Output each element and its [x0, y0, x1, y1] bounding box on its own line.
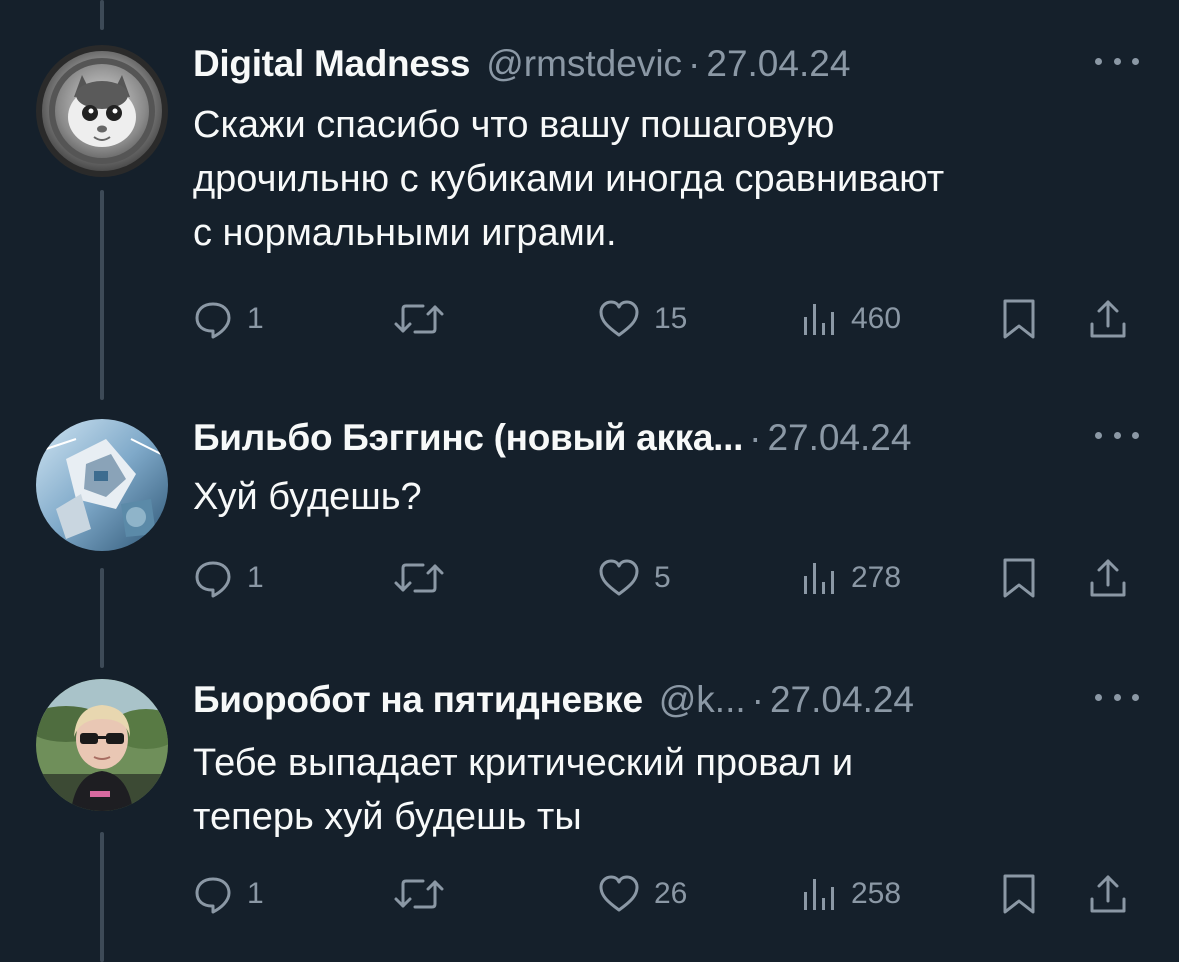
- views-count: 460: [851, 302, 902, 335]
- share-icon: [1090, 875, 1126, 913]
- separator-dot: ·: [751, 679, 764, 720]
- display-name[interactable]: Digital Madness: [193, 40, 470, 88]
- like-count: 5: [654, 561, 671, 594]
- avatar[interactable]: [36, 45, 168, 177]
- views-button[interactable]: 258: [801, 870, 901, 918]
- username[interactable]: @rmstdevic: [486, 40, 682, 88]
- views-button[interactable]: 278: [801, 554, 901, 602]
- thread-line-top: [100, 0, 104, 30]
- views-icon: [804, 304, 834, 335]
- tweet-text: Тебе выпадает критический провал и тепер…: [193, 742, 854, 838]
- avatar[interactable]: [36, 419, 168, 551]
- separator-dot: ·: [688, 43, 701, 84]
- tweet-text: Хуй будешь?: [193, 476, 422, 518]
- tweet-date[interactable]: 27.04.24: [770, 676, 914, 724]
- tweet-date[interactable]: 27.04.24: [767, 414, 911, 462]
- avatar-image: [36, 45, 168, 177]
- bookmark-icon: [1003, 558, 1035, 598]
- views-count: 278: [851, 561, 902, 594]
- reply-icon: [195, 877, 231, 914]
- bookmark-icon: [1003, 299, 1035, 339]
- share-icon: [1090, 559, 1126, 597]
- avatar-image: [36, 419, 168, 551]
- display-name[interactable]: Биоробот на пятидневке: [193, 676, 643, 724]
- bookmark-button[interactable]: [1001, 554, 1037, 602]
- display-name[interactable]: Бильбо Бэггинс (новый акка...: [193, 414, 743, 462]
- views-button[interactable]: 460: [801, 295, 901, 343]
- avatar[interactable]: [36, 679, 168, 811]
- share-button[interactable]: [1088, 870, 1128, 918]
- like-button[interactable]: 15: [598, 295, 687, 343]
- retweet-button[interactable]: [393, 295, 445, 343]
- views-icon: [804, 879, 834, 910]
- share-button[interactable]: [1088, 295, 1128, 343]
- reply-button[interactable]: 1: [193, 554, 264, 602]
- retweet-button[interactable]: [393, 870, 445, 918]
- bookmark-button[interactable]: [1001, 870, 1037, 918]
- like-count: 26: [654, 877, 688, 910]
- reply-icon: [195, 302, 231, 339]
- like-button[interactable]: 26: [598, 870, 687, 918]
- more-icon[interactable]: [1095, 420, 1139, 450]
- like-button[interactable]: 5: [598, 554, 671, 602]
- action-bar: 1 15 460: [193, 295, 1143, 343]
- like-count: 15: [654, 302, 688, 335]
- bookmark-icon: [1003, 874, 1035, 914]
- retweet-icon: [394, 304, 444, 334]
- reply-button[interactable]: 1: [193, 295, 264, 343]
- reply-icon: [195, 561, 231, 598]
- avatar-image: [36, 679, 168, 811]
- action-bar: 1 5 278: [193, 554, 1143, 602]
- share-button[interactable]: [1088, 554, 1128, 602]
- heart-icon: [599, 300, 639, 337]
- more-icon[interactable]: [1095, 682, 1139, 712]
- tweet-header: Биоробот на пятидневке @k... · 27.04.24: [193, 676, 1139, 724]
- separator-dot: ·: [749, 417, 762, 458]
- bookmark-button[interactable]: [1001, 295, 1037, 343]
- reply-button[interactable]: 1: [193, 870, 264, 918]
- more-icon[interactable]: [1095, 46, 1139, 76]
- tweet-date[interactable]: 27.04.24: [706, 40, 850, 88]
- tweet-header: Digital Madness @rmstdevic · 27.04.24: [193, 40, 1139, 88]
- retweet-button[interactable]: [393, 554, 445, 602]
- views-count: 258: [851, 877, 902, 910]
- username[interactable]: @k...: [659, 676, 746, 724]
- share-icon: [1090, 300, 1126, 338]
- reply-count: 1: [247, 877, 264, 910]
- reply-count: 1: [247, 561, 264, 594]
- retweet-icon: [394, 879, 444, 909]
- views-icon: [804, 563, 834, 594]
- tweet[interactable]: Digital Madness @rmstdevic · 27.04.24 Ск…: [0, 40, 1179, 370]
- reply-count: 1: [247, 302, 264, 335]
- heart-icon: [599, 875, 639, 912]
- tweet[interactable]: Бильбо Бэггинс (новый акка... · 27.04.24…: [0, 414, 1179, 614]
- action-bar: 1 26 258: [193, 870, 1143, 918]
- tweet-text: Скажи спасибо что вашу пошаговую дрочиль…: [193, 104, 945, 254]
- tweet-header: Бильбо Бэггинс (новый акка... · 27.04.24: [193, 414, 1139, 462]
- retweet-icon: [394, 563, 444, 593]
- tweet[interactable]: Биоробот на пятидневке @k... · 27.04.24 …: [0, 676, 1179, 956]
- heart-icon: [599, 559, 639, 596]
